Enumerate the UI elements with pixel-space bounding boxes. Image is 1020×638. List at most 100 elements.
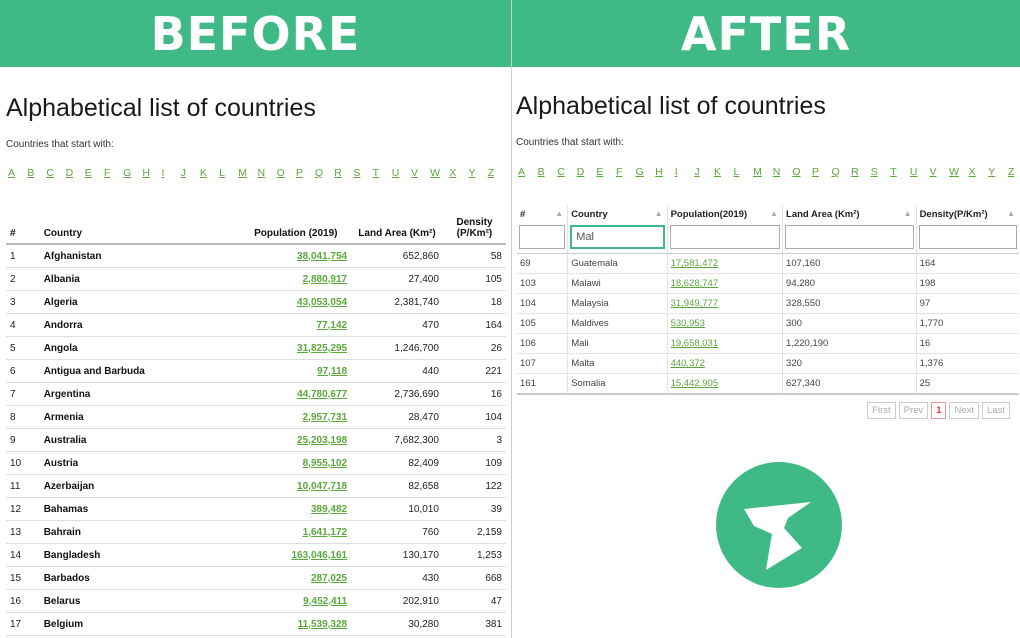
alpha-link-z[interactable]: Z [1008,166,1020,178]
alpha-link-u[interactable]: U [392,167,411,179]
column-header-density[interactable]: Density(P/Km²) ▲ [915,205,1019,223]
column-header-country[interactable]: Country ▲ [567,205,668,223]
alpha-link-m[interactable]: M [753,166,773,178]
alpha-link-b[interactable]: B [27,167,46,179]
alpha-link-z[interactable]: Z [488,167,507,179]
row-population-link[interactable]: 389,482 [311,504,347,515]
row-country: Malaysia [567,293,668,314]
alpha-link-f[interactable]: F [616,166,636,178]
alpha-link-a[interactable]: A [518,166,538,178]
alpha-link-p[interactable]: P [296,167,315,179]
row-population-link[interactable]: 44,780,677 [297,389,347,400]
filter-land-area-input[interactable] [785,225,914,249]
row-population-link[interactable]: 8,955,102 [303,458,348,469]
column-header-country[interactable]: Country [39,209,241,245]
filter-index-input[interactable] [519,225,566,249]
alpha-link-o[interactable]: O [277,167,296,179]
alpha-link-v[interactable]: V [411,167,430,179]
alpha-link-w[interactable]: W [430,167,449,179]
alpha-link-d[interactable]: D [577,166,597,178]
alpha-link-l[interactable]: L [219,167,238,179]
alpha-link-m[interactable]: M [238,167,257,179]
alpha-link-i[interactable]: I [675,166,695,178]
alpha-link-o[interactable]: O [792,166,812,178]
alpha-link-l[interactable]: L [734,166,754,178]
alpha-link-j[interactable]: J [181,167,200,179]
alpha-link-i[interactable]: I [162,167,181,179]
alpha-link-q[interactable]: Q [315,167,334,179]
alpha-link-x[interactable]: X [969,166,989,178]
row-country: Albania [39,267,241,291]
pager-last-button[interactable]: Last [982,402,1010,419]
row-population-link[interactable]: 11,539,328 [298,619,348,630]
column-header-index[interactable]: # [6,209,40,245]
alpha-link-w[interactable]: W [949,166,969,178]
alpha-link-h[interactable]: H [142,167,161,179]
row-population-link[interactable]: 440,372 [671,358,705,369]
alpha-link-u[interactable]: U [910,166,930,178]
pager-current-page[interactable]: 1 [931,402,947,419]
row-population-link[interactable]: 2,957,731 [303,412,348,423]
row-population-link[interactable]: 31,825,295 [297,343,347,354]
alpha-link-f[interactable]: F [104,167,123,179]
alpha-link-y[interactable]: Y [988,166,1008,178]
alpha-link-r[interactable]: R [334,167,353,179]
column-header-index[interactable]: # ▲ [517,205,568,223]
column-header-land-area[interactable]: Land Area (Km²) ▲ [782,205,917,223]
row-density: 104 [442,405,506,429]
pager-next-button[interactable]: Next [949,402,980,419]
pager-first-button[interactable]: First [867,402,896,419]
filter-density-input[interactable] [918,225,1017,249]
alpha-link-d[interactable]: D [66,167,85,179]
column-header-density[interactable]: Density (P/Km²) [442,209,506,245]
row-population-link[interactable]: 10,047,718 [297,481,347,492]
alpha-link-v[interactable]: V [929,166,949,178]
row-population-link[interactable]: 25,203,198 [297,435,347,446]
alpha-link-n[interactable]: N [257,167,276,179]
row-population-link[interactable]: 1,641,172 [303,527,348,538]
alpha-link-t[interactable]: T [373,167,392,179]
alpha-link-g[interactable]: G [636,166,656,178]
alpha-link-b[interactable]: B [538,166,558,178]
row-population-link[interactable]: 31,949,777 [671,298,719,309]
filter-country-input[interactable] [570,225,665,249]
row-population-link[interactable]: 18,628,747 [671,278,719,289]
alpha-link-k[interactable]: K [714,166,734,178]
alpha-link-x[interactable]: X [449,167,468,179]
alpha-link-q[interactable]: Q [832,166,852,178]
column-header-population[interactable]: Population (2019) [240,209,352,245]
row-population-link[interactable]: 43,053,054 [297,297,347,308]
column-header-land-area[interactable]: Land Area (Km²) [351,209,443,245]
filter-population-input[interactable] [669,225,781,249]
row-population-link[interactable]: 17,581,472 [671,258,719,269]
alpha-link-r[interactable]: R [851,166,871,178]
pager-prev-button[interactable]: Prev [898,402,929,419]
alpha-link-y[interactable]: Y [469,167,488,179]
alpha-link-p[interactable]: P [812,166,832,178]
alpha-link-s[interactable]: S [871,166,891,178]
row-population-link[interactable]: 15,442,905 [671,378,719,389]
row-population-link[interactable]: 2,880,917 [303,274,348,285]
row-population-link[interactable]: 38,041,754 [297,251,347,262]
alpha-link-h[interactable]: H [655,166,675,178]
alpha-link-g[interactable]: G [123,167,142,179]
alpha-link-j[interactable]: J [694,166,714,178]
alpha-link-t[interactable]: T [890,166,910,178]
alpha-link-k[interactable]: K [200,167,219,179]
alpha-link-s[interactable]: S [353,167,372,179]
alpha-link-e[interactable]: E [85,167,104,179]
row-population-link[interactable]: 77,142 [317,320,348,331]
row-population-link[interactable]: 97,118 [317,366,347,377]
column-header-population[interactable]: Population(2019) ▲ [666,205,783,223]
row-population-link[interactable]: 9,452,411 [303,596,347,607]
alpha-link-c[interactable]: C [46,167,65,179]
row-population-link[interactable]: 163,046,161 [291,550,347,561]
alpha-link-c[interactable]: C [557,166,577,178]
row-population-link[interactable]: 530,953 [671,318,705,329]
row-population-cell: 77,142 [240,313,352,337]
alpha-link-a[interactable]: A [8,167,27,179]
alpha-link-n[interactable]: N [773,166,793,178]
row-population-link[interactable]: 287,025 [311,573,347,584]
row-population-link[interactable]: 19,658,031 [671,338,719,349]
alpha-link-e[interactable]: E [596,166,616,178]
